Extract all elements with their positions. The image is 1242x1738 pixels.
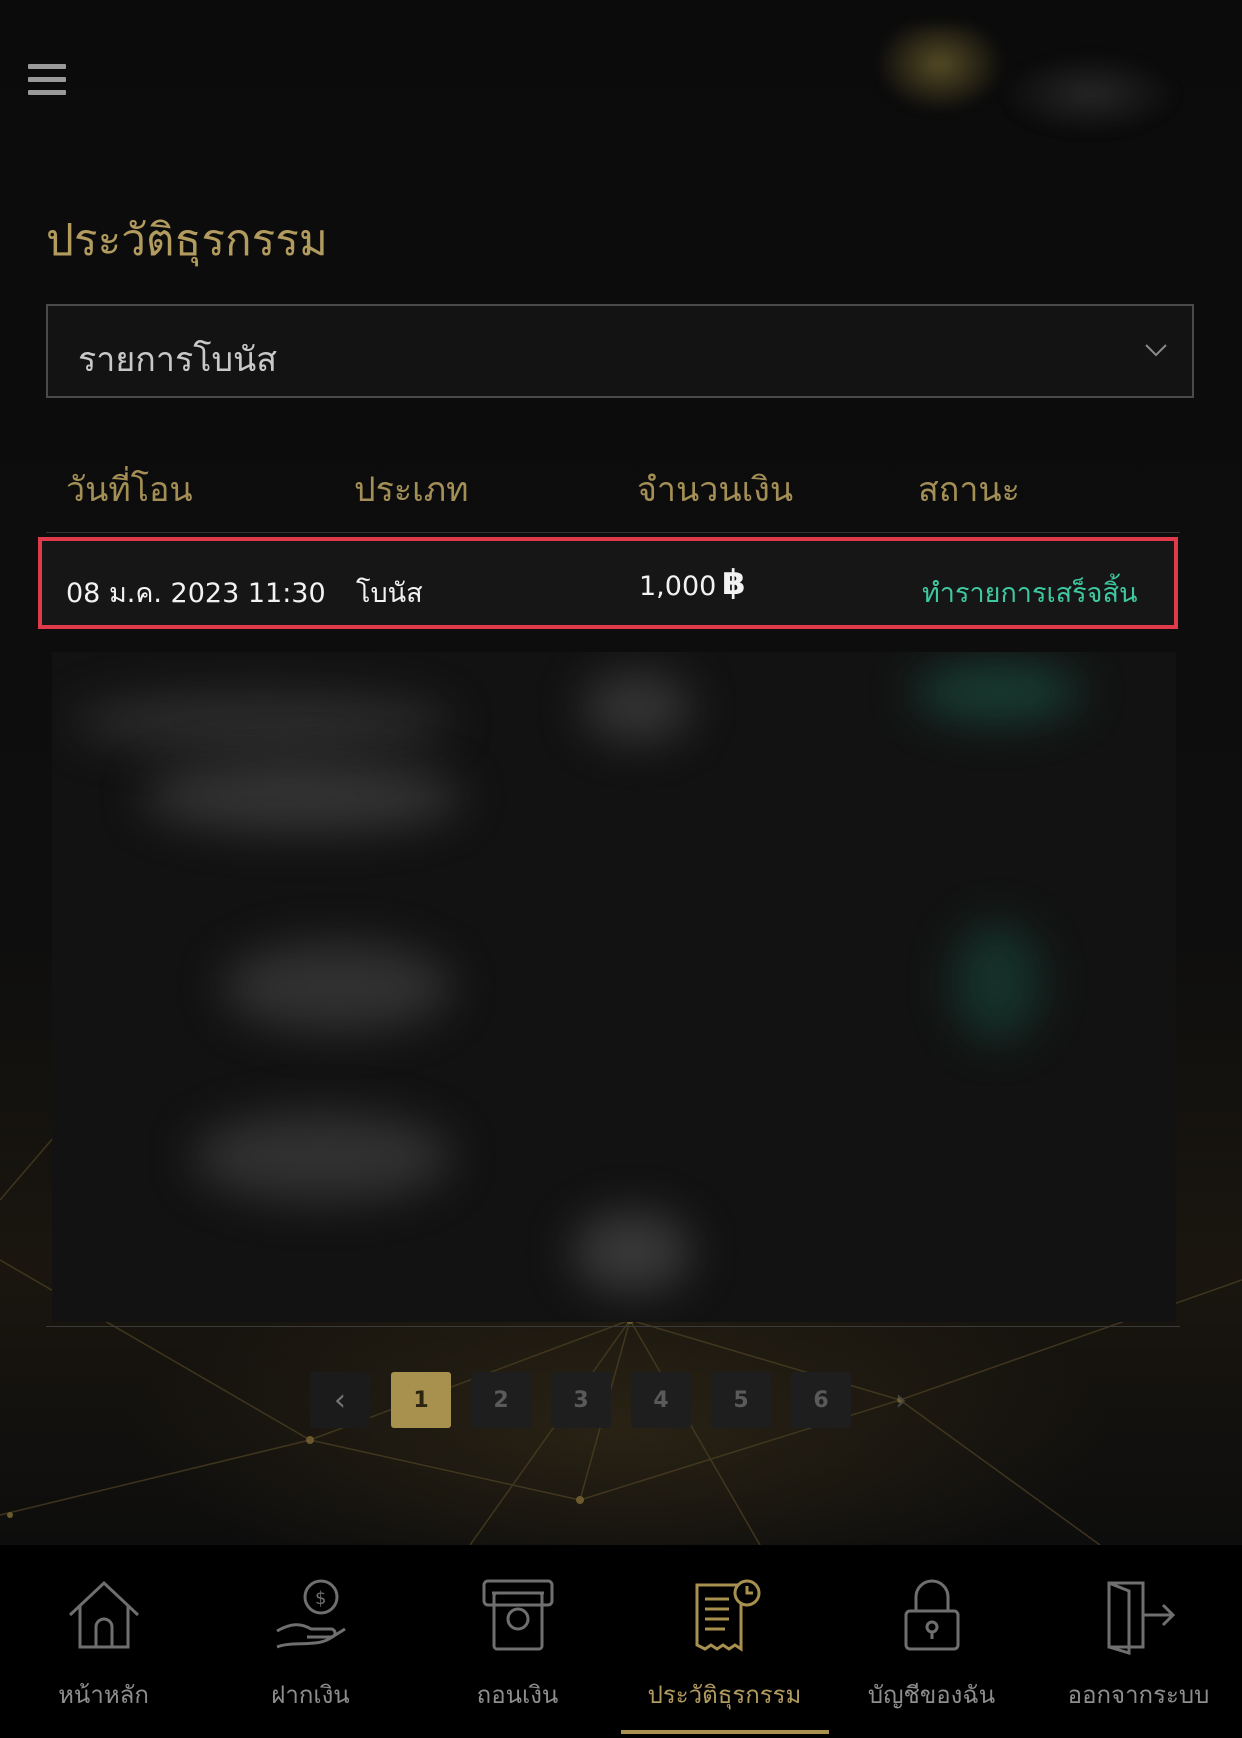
account-lock-icon bbox=[904, 1579, 959, 1651]
baht-currency-icon: ฿ bbox=[722, 563, 746, 603]
nav-my-account[interactable]: บัญชีของฉัน bbox=[828, 1545, 1035, 1738]
nav-logout-label: ออกจากระบบ bbox=[1067, 1681, 1210, 1709]
pagination-page-6[interactable]: 6 bbox=[791, 1372, 851, 1428]
nav-withdraw-label: ถอนเงิน bbox=[476, 1681, 559, 1709]
deposit-coin-hand-icon: $ bbox=[275, 1579, 346, 1649]
pagination-page-5[interactable]: 5 bbox=[711, 1372, 771, 1428]
table-header-divider bbox=[46, 532, 1180, 533]
table-footer-divider bbox=[46, 1326, 1180, 1327]
nav-logout[interactable]: ออกจากระบบ bbox=[1035, 1545, 1242, 1738]
page-title: ประวัติธุรกรรม bbox=[46, 215, 328, 266]
logout-door-icon bbox=[1107, 1581, 1175, 1655]
nav-deposit[interactable]: $ ฝากเงิน bbox=[207, 1545, 414, 1738]
pagination-page-2[interactable]: 2 bbox=[471, 1372, 531, 1428]
nav-home-label: หน้าหลัก bbox=[58, 1681, 149, 1709]
bottom-navigation: หน้าหลัก $ ฝากเงิน ถอนเงิน ประวัติธุรกรร… bbox=[0, 1545, 1242, 1738]
brand-logo bbox=[880, 24, 1220, 160]
home-icon bbox=[68, 1580, 139, 1649]
svg-text:$: $ bbox=[315, 1588, 326, 1609]
row-status: ทำรายการเสร็จสิ้น bbox=[922, 578, 1138, 609]
withdraw-atm-icon bbox=[482, 1579, 553, 1651]
nav-withdraw[interactable]: ถอนเงิน bbox=[414, 1545, 621, 1738]
pagination-next-button[interactable]: › bbox=[871, 1372, 931, 1428]
active-tab-indicator bbox=[621, 1730, 829, 1734]
nav-my-account-label: บัญชีของฉัน bbox=[867, 1681, 996, 1709]
transaction-type-select[interactable]: รายการโบนัส bbox=[46, 304, 1194, 398]
pagination-page-1[interactable]: 1 bbox=[391, 1372, 451, 1428]
transaction-type-selected: รายการโบนัส bbox=[78, 340, 278, 380]
pagination-prev-button[interactable]: ‹ bbox=[310, 1372, 370, 1428]
header-status: สถานะ bbox=[918, 470, 1020, 510]
nav-home[interactable]: หน้าหลัก bbox=[0, 1545, 207, 1738]
header-amount: จำนวนเงิน bbox=[637, 470, 794, 510]
blurred-table-rows bbox=[52, 652, 1176, 1322]
table-row[interactable]: 08 ม.ค. 2023 11:30 โบนัส 1,000 ฿ ทำรายกา… bbox=[38, 537, 1178, 629]
row-amount: 1,000 bbox=[639, 571, 717, 602]
transaction-history-receipt-icon bbox=[695, 1579, 760, 1652]
row-type: โบนัส bbox=[356, 578, 423, 609]
row-date: 08 ม.ค. 2023 11:30 bbox=[66, 578, 326, 609]
nav-transaction-history-label: ประวัติธุรกรรม bbox=[647, 1681, 802, 1709]
chevron-down-icon bbox=[1145, 344, 1167, 357]
menu-hamburger-icon[interactable] bbox=[28, 64, 66, 98]
pagination-page-4[interactable]: 4 bbox=[631, 1372, 691, 1428]
nav-transaction-history[interactable]: ประวัติธุรกรรม bbox=[621, 1545, 828, 1738]
nav-deposit-label: ฝากเงิน bbox=[271, 1681, 350, 1709]
header-type: ประเภท bbox=[354, 470, 469, 510]
header-transfer-date: วันที่โอน bbox=[66, 470, 193, 510]
pagination-page-3[interactable]: 3 bbox=[551, 1372, 611, 1428]
